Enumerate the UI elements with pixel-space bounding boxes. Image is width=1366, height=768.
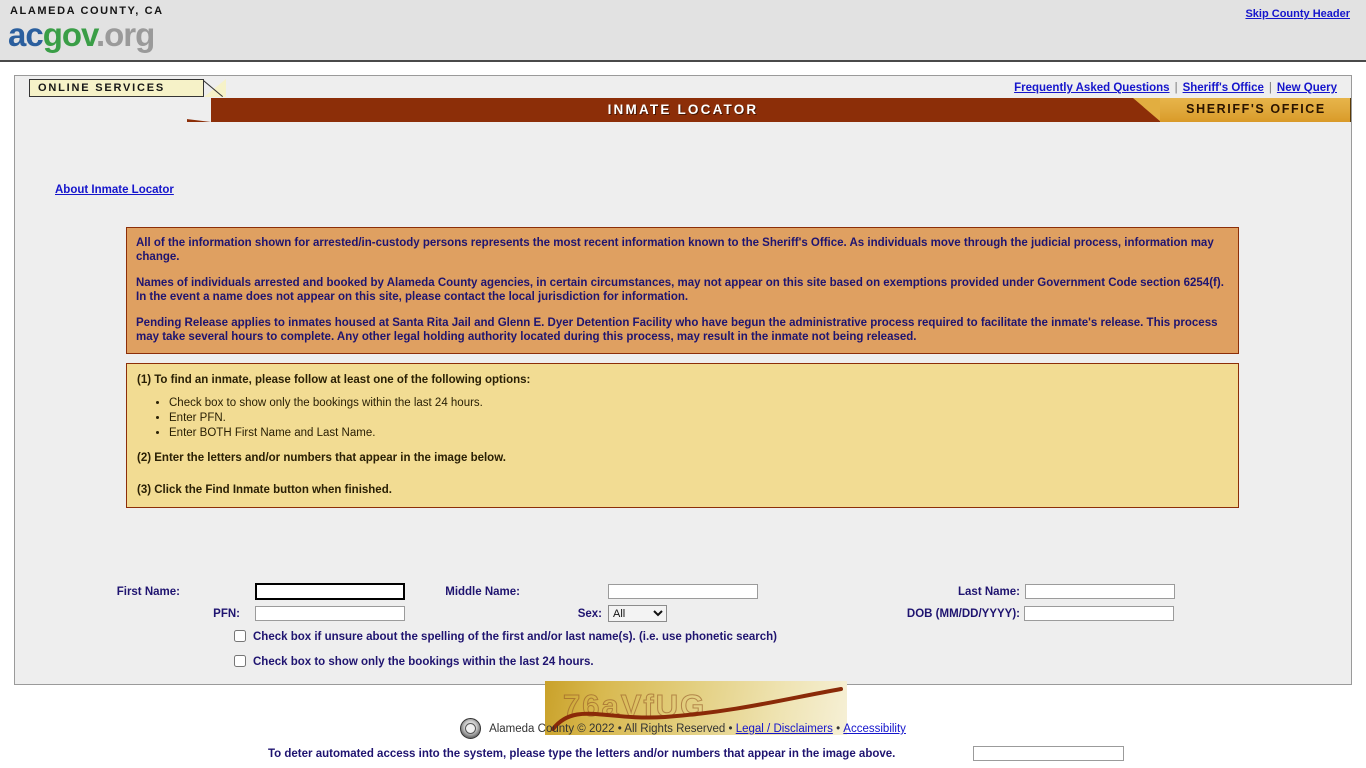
link-separator-2: | bbox=[1268, 82, 1272, 94]
instruction-step-2: (2) Enter the letters and/or numbers tha… bbox=[137, 452, 506, 464]
tab-online-services[interactable]: ONLINE SERVICES bbox=[29, 79, 204, 97]
accessibility-link[interactable]: Accessibility bbox=[843, 723, 906, 735]
link-separator-1: | bbox=[1174, 82, 1178, 94]
wordmark-ac: ac bbox=[8, 16, 44, 53]
phonetic-search-row[interactable]: Check box if unsure about the spelling o… bbox=[234, 630, 777, 643]
first-name-label: First Name: bbox=[116, 586, 180, 598]
phonetic-search-checkbox[interactable] bbox=[234, 630, 246, 642]
notice-paragraph-1: All of the information shown for arreste… bbox=[136, 237, 1214, 263]
top-links: Frequently Asked Questions | Sheriff's Off… bbox=[1014, 82, 1337, 94]
notice-paragraph-3: Pending Release applies to inmates house… bbox=[136, 317, 1218, 343]
footer-separator: • bbox=[832, 723, 844, 735]
instruction-bullet: Check box to show only the bookings with… bbox=[169, 396, 1228, 411]
dob-label: DOB (MM/DD/YYYY): bbox=[906, 608, 1020, 620]
last-24-hours-label: Check box to show only the bookings with… bbox=[253, 656, 594, 668]
captcha-prompt: To deter automated access into the syste… bbox=[268, 748, 896, 760]
app-frame: ONLINE SERVICES Frequently Asked Questio… bbox=[14, 75, 1352, 761]
county-header: ALAMEDA COUNTY, CA acgov.org Skip County… bbox=[0, 0, 1366, 62]
notice-paragraph-2: Names of individuals arrested and booked… bbox=[136, 277, 1224, 303]
sheriff-office-tab-label: SHERIFF'S OFFICE bbox=[1186, 102, 1326, 116]
instruction-step-1: (1) To find an inmate, please follow at … bbox=[137, 374, 531, 386]
about-inmate-locator-link[interactable]: About Inmate Locator bbox=[55, 184, 174, 196]
acgov-logo[interactable]: ALAMEDA COUNTY, CA acgov.org bbox=[8, 5, 164, 52]
wordmark-gov: gov bbox=[42, 16, 97, 53]
last-name-label: Last Name: bbox=[958, 586, 1020, 598]
sex-select[interactable]: All Male Female bbox=[608, 605, 667, 622]
footer-copyright: Alameda County © 2022 • All Rights Reser… bbox=[489, 723, 736, 735]
tab-slant-border bbox=[203, 79, 227, 97]
wordmark-dot: . bbox=[95, 16, 105, 53]
instruction-step-3: (3) Click the Find Inmate button when fi… bbox=[137, 484, 392, 496]
instruction-bullet: Enter BOTH First Name and Last Name. bbox=[169, 426, 1228, 441]
first-name-input[interactable] bbox=[255, 583, 405, 600]
instructions-box: (1) To find an inmate, please follow at … bbox=[126, 363, 1239, 508]
acgov-wordmark: acgov.org bbox=[8, 18, 164, 52]
wordmark-org: org bbox=[104, 16, 155, 53]
phonetic-search-label: Check box if unsure about the spelling o… bbox=[253, 631, 777, 643]
last-name-input[interactable] bbox=[1025, 584, 1175, 599]
page-footer: Alameda County © 2022 • All Rights Reser… bbox=[0, 718, 1366, 739]
last-24-hours-row[interactable]: Check box to show only the bookings with… bbox=[234, 655, 594, 668]
captcha-input[interactable] bbox=[973, 746, 1124, 761]
middle-name-input[interactable] bbox=[608, 584, 758, 599]
middle-name-label: Middle Name: bbox=[445, 586, 520, 598]
notice-box: All of the information shown for arreste… bbox=[126, 227, 1239, 354]
dob-input[interactable] bbox=[1024, 606, 1174, 621]
sheriffs-office-link[interactable]: Sheriff's Office bbox=[1183, 82, 1264, 94]
pfn-input[interactable] bbox=[255, 606, 405, 621]
county-seal-icon bbox=[460, 718, 482, 739]
pfn-label: PFN: bbox=[213, 608, 240, 620]
new-query-link[interactable]: New Query bbox=[1277, 82, 1337, 94]
sex-label: Sex: bbox=[577, 608, 602, 620]
legal-disclaimers-link[interactable]: Legal / Disclaimers bbox=[736, 723, 833, 735]
faq-link[interactable]: Frequently Asked Questions bbox=[1014, 82, 1170, 94]
tab-strip: ONLINE SERVICES Frequently Asked Questio… bbox=[15, 76, 1351, 122]
page-banner: INMATE LOCATOR SHERIFF'S OFFICE bbox=[15, 98, 1351, 122]
skip-county-header-link[interactable]: Skip County Header bbox=[1245, 8, 1350, 20]
last-24-hours-checkbox[interactable] bbox=[234, 655, 246, 667]
sheriff-tab-slant bbox=[1133, 98, 1161, 122]
instruction-bullet: Enter PFN. bbox=[169, 411, 1228, 426]
instruction-bullet-list: Check box to show only the bookings with… bbox=[137, 396, 1228, 441]
